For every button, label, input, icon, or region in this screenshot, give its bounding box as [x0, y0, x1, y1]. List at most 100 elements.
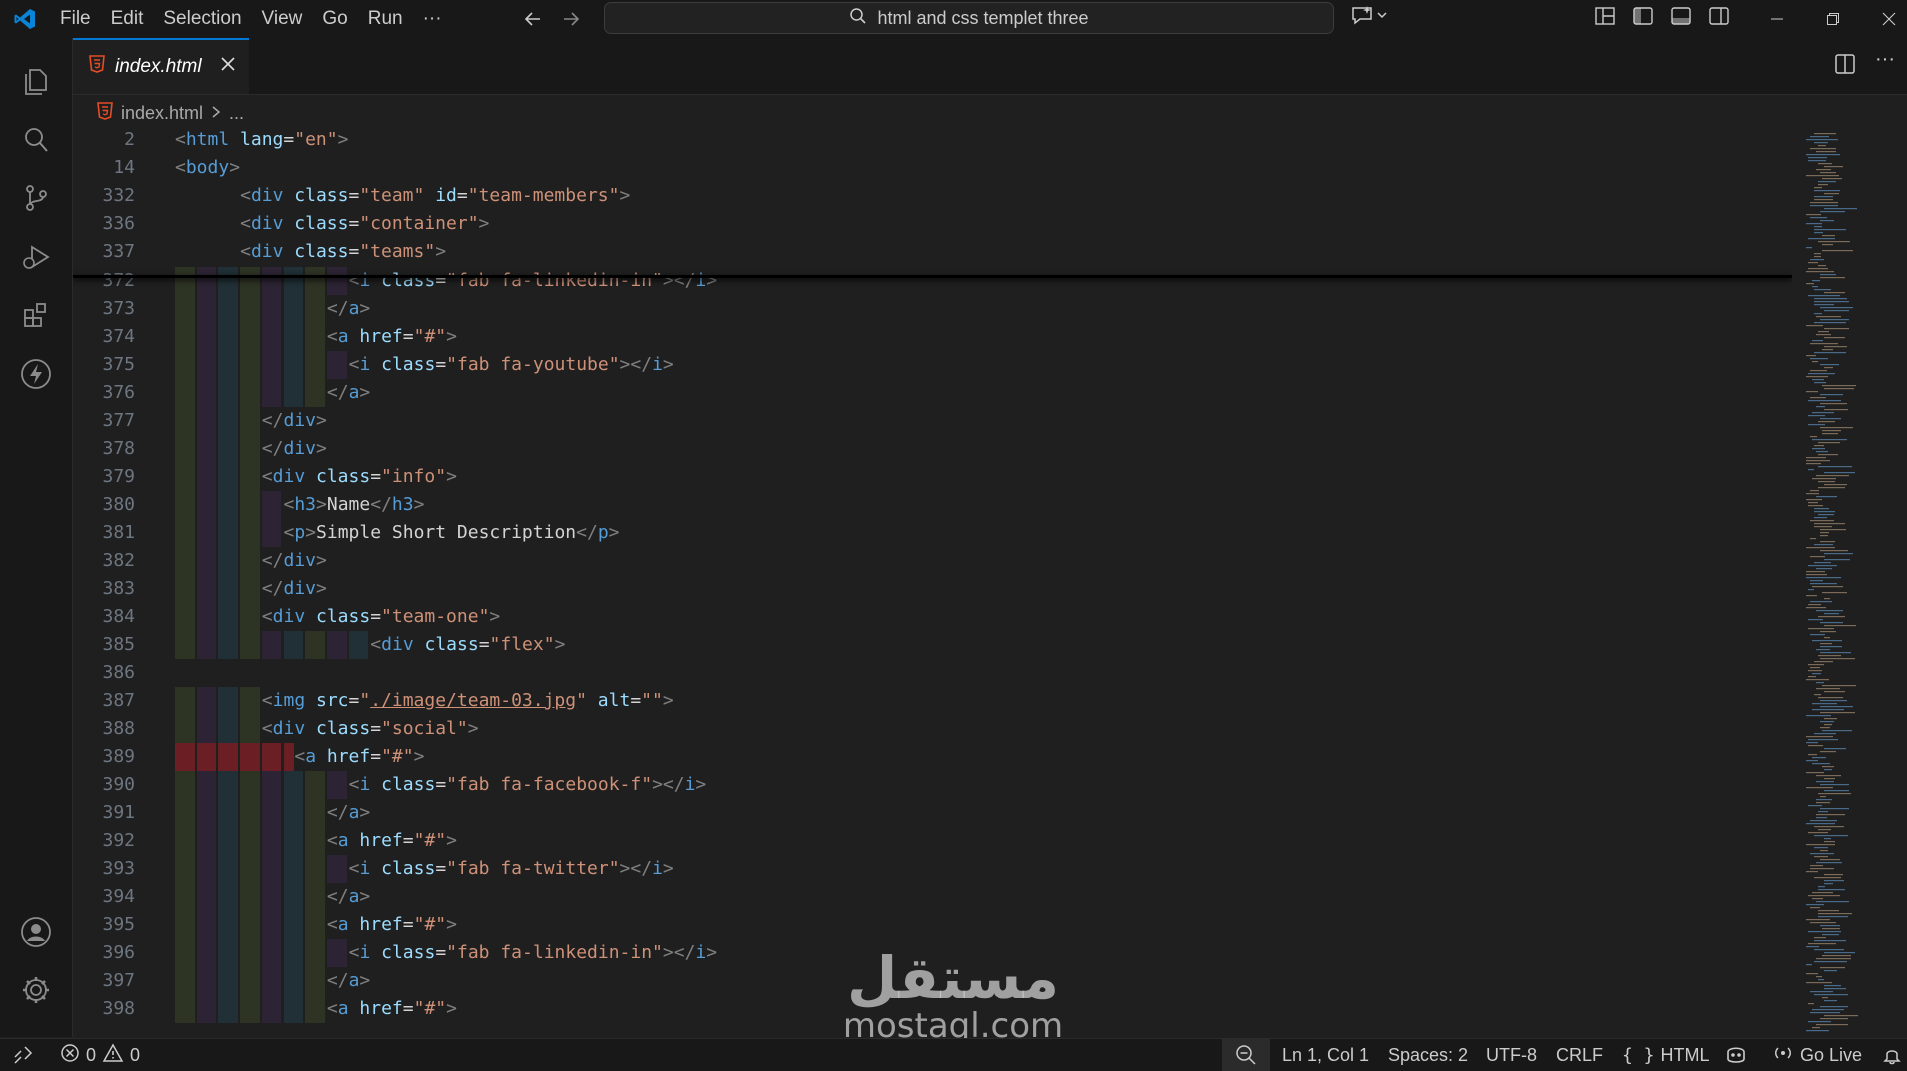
token-str: "fab fa-facebook-f" [446, 774, 653, 795]
minimap-code-stroke [1806, 574, 1827, 576]
code-line[interactable]: 393 <i class="fab fa-twitter"></i> [73, 855, 1792, 883]
code-line[interactable]: 379 <div class="info"> [73, 463, 1792, 491]
sticky-code-line[interactable]: 337 <div class="teams"> [73, 238, 1792, 266]
indentation[interactable]: Spaces: 2 [1388, 1039, 1468, 1071]
settings-gear-icon[interactable] [0, 962, 72, 1018]
menu-item-4[interactable]: Go [312, 0, 357, 38]
language-mode[interactable]: { } HTML [1622, 1039, 1710, 1071]
code-line[interactable]: 374 <a href="#"> [73, 323, 1792, 351]
sticky-code-line[interactable]: 14 <body> [73, 154, 1792, 182]
copilot-chat-icon[interactable] [1350, 4, 1390, 34]
token-pun: </ [326, 382, 349, 403]
code-line[interactable]: 384 <div class="team-one"> [73, 603, 1792, 631]
code-line[interactable]: 385 <div class="flex"> [73, 631, 1792, 659]
toggle-panel-icon[interactable] [1669, 4, 1693, 34]
back-arrow-icon[interactable] [514, 0, 552, 38]
code-line[interactable]: 378 </div> [73, 435, 1792, 463]
code-line[interactable]: 389 <a href="#"> [73, 743, 1792, 771]
code-line[interactable]: 373 </a> [73, 295, 1792, 323]
go-live-button[interactable]: Go Live [1772, 1039, 1862, 1071]
code-editor[interactable]: 372 <i class="fab fa-linkedin-in"></i> 373… [73, 131, 1792, 1038]
code-line[interactable]: 387 <img src="./image/team-03.jpg" alt=""… [73, 687, 1792, 715]
vscode-logo-icon[interactable] [0, 0, 50, 38]
indent-guide [283, 799, 304, 827]
split-editor-icon[interactable] [1833, 52, 1857, 81]
token-txt: = [348, 185, 360, 206]
minimap-code-stroke [1808, 628, 1834, 630]
minimap-code-stroke [1818, 910, 1839, 912]
code-line[interactable]: 382 </div> [73, 547, 1792, 575]
end-of-line[interactable]: CRLF [1556, 1039, 1603, 1071]
code-line[interactable]: 383 </div> [73, 575, 1792, 603]
minimap-code-stroke [1808, 502, 1818, 504]
code-line[interactable]: 372 <i class="fab fa-linkedin-in"></i> [73, 267, 1792, 295]
zoom-out-icon[interactable] [1222, 1039, 1270, 1071]
source-control-icon[interactable] [0, 170, 72, 226]
code-text: <a href="#"> [327, 995, 457, 1023]
code-line[interactable]: 375 <i class="fab fa-youtube"></i> [73, 351, 1792, 379]
indent-guide [196, 519, 217, 547]
code-line[interactable]: 394 </a> [73, 883, 1792, 911]
toggle-primary-sidebar-icon[interactable] [1631, 4, 1655, 34]
toggle-secondary-sidebar-icon[interactable] [1707, 4, 1731, 34]
cursor-position[interactable]: Ln 1, Col 1 [1282, 1039, 1369, 1071]
sticky-code-line[interactable]: 2 <html lang="en"> [73, 131, 1792, 154]
remote-indicator-icon[interactable] [12, 1039, 34, 1071]
code-line[interactable]: 381 <p>Simple Short Description</p> [73, 519, 1792, 547]
extensions-icon[interactable] [0, 287, 72, 343]
minimap-code-stroke [1818, 829, 1831, 831]
lightning-extension-icon[interactable] [0, 346, 72, 402]
more-actions-icon[interactable]: ··· [1875, 48, 1895, 71]
code-line[interactable]: 390 <i class="fab fa-facebook-f"></i> [73, 771, 1792, 799]
command-center-search[interactable]: html and css templet three [604, 2, 1334, 34]
menu-item-2[interactable]: Selection [153, 0, 251, 38]
minimap-code-stroke [1812, 439, 1847, 441]
close-window-icon[interactable] [1861, 0, 1907, 38]
menu-item-6[interactable]: ··· [413, 0, 452, 38]
code-line[interactable]: 391 </a> [73, 799, 1792, 827]
menu-item-0[interactable]: File [50, 0, 101, 38]
restore-icon[interactable] [1805, 0, 1861, 38]
code-line[interactable]: 376 </a> [73, 379, 1792, 407]
problems-indicator[interactable]: 0 0 [60, 1039, 140, 1071]
code-line[interactable]: 380 <h3>Name</h3> [73, 491, 1792, 519]
token-link[interactable]: ./image/team-03.jpg [370, 690, 576, 711]
sticky-code-line[interactable]: 336 <div class="container"> [73, 210, 1792, 238]
token-pun: </ [326, 802, 349, 823]
minimap[interactable] [1792, 131, 1907, 1038]
sticky-code-line[interactable]: 332 <div class="team" id="team-members"> [73, 182, 1792, 210]
run-debug-icon[interactable] [0, 229, 72, 285]
tab-index-html[interactable]: index.html [73, 38, 249, 94]
menu-item-5[interactable]: Run [358, 0, 413, 38]
indent-guide [196, 883, 217, 911]
breadcrumb-symbols[interactable]: ... [229, 103, 244, 124]
forward-arrow-icon[interactable] [552, 0, 590, 38]
copilot-menu[interactable] [1350, 0, 1390, 38]
minimap-code-stroke [1814, 937, 1826, 939]
code-line[interactable]: 392 <a href="#"> [73, 827, 1792, 855]
notifications-bell-icon[interactable] [1882, 1039, 1902, 1071]
code-line[interactable]: 395 <a href="#"> [73, 911, 1792, 939]
token-att: class [424, 634, 479, 655]
search-view-icon[interactable] [0, 112, 72, 168]
customize-layout-icon[interactable] [1593, 4, 1617, 34]
token-att: class [381, 942, 436, 963]
breadcrumb-file[interactable]: index.html [121, 103, 203, 124]
token-tag: i [652, 858, 663, 879]
code-line[interactable]: 386 [73, 659, 1792, 687]
code-line[interactable]: 388 <div class="social"> [73, 715, 1792, 743]
menu-item-1[interactable]: Edit [101, 0, 154, 38]
code-line[interactable]: 377 </div> [73, 407, 1792, 435]
close-tab-icon[interactable] [220, 56, 236, 78]
minimize-icon[interactable] [1749, 0, 1805, 38]
menu-item-3[interactable]: View [252, 0, 313, 38]
indent-guide [218, 911, 239, 939]
explorer-icon[interactable] [0, 53, 72, 109]
minimap-code-stroke [1806, 214, 1821, 216]
minimap-code-stroke [1818, 979, 1824, 981]
copilot-status-icon[interactable] [1724, 1039, 1748, 1071]
token-tag: div [283, 550, 316, 571]
account-icon[interactable] [0, 904, 72, 960]
encoding[interactable]: UTF-8 [1486, 1039, 1537, 1071]
